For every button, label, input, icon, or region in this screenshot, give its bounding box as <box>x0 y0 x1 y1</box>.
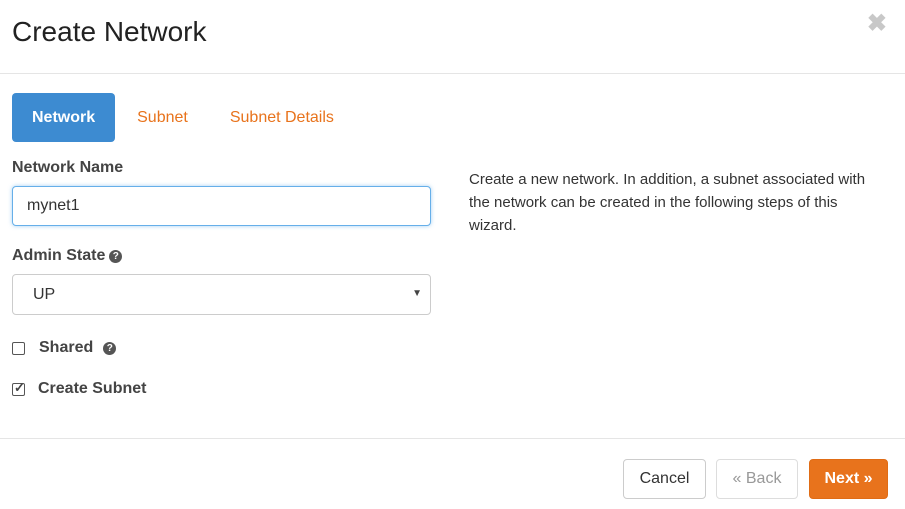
tab-network[interactable]: Network <box>12 93 116 142</box>
shared-checkbox[interactable] <box>12 341 25 355</box>
tab-subnet[interactable]: Subnet <box>117 93 208 142</box>
caret-down-icon: ▼ <box>412 288 422 299</box>
cancel-button[interactable]: Cancel <box>623 459 706 499</box>
dialog-title: Create Network <box>12 16 207 47</box>
network-name-label: Network Name <box>12 159 124 176</box>
close-icon[interactable]: ✖ <box>867 12 887 36</box>
back-button[interactable]: « Back <box>716 459 798 499</box>
shared-checkbox-row[interactable]: Shared? <box>12 339 117 357</box>
next-button[interactable]: Next » <box>809 459 888 499</box>
network-name-input[interactable] <box>12 186 431 226</box>
create-subnet-checkbox-row[interactable]: Create Subnet <box>12 380 146 398</box>
dialog-header: Create Network ✖ <box>0 0 905 74</box>
tab-subnet-details[interactable]: Subnet Details <box>210 93 354 142</box>
create-subnet-checkbox[interactable] <box>12 380 25 396</box>
help-description: Create a new network. In addition, a sub… <box>469 171 866 234</box>
dialog-footer: Cancel « Back Next » <box>0 438 905 509</box>
admin-state-label: Admin State <box>12 247 106 264</box>
help-icon[interactable]: ? <box>109 250 123 263</box>
admin-state-value: UP <box>33 286 56 303</box>
shared-label: Shared <box>39 339 94 356</box>
help-icon[interactable]: ? <box>103 341 117 355</box>
create-subnet-label: Create Subnet <box>38 380 147 397</box>
admin-state-label-row: Admin State? <box>12 247 123 265</box>
admin-state-select[interactable]: UP ▼ <box>12 274 431 315</box>
wizard-tabs: Network Subnet Subnet Details <box>12 93 356 142</box>
